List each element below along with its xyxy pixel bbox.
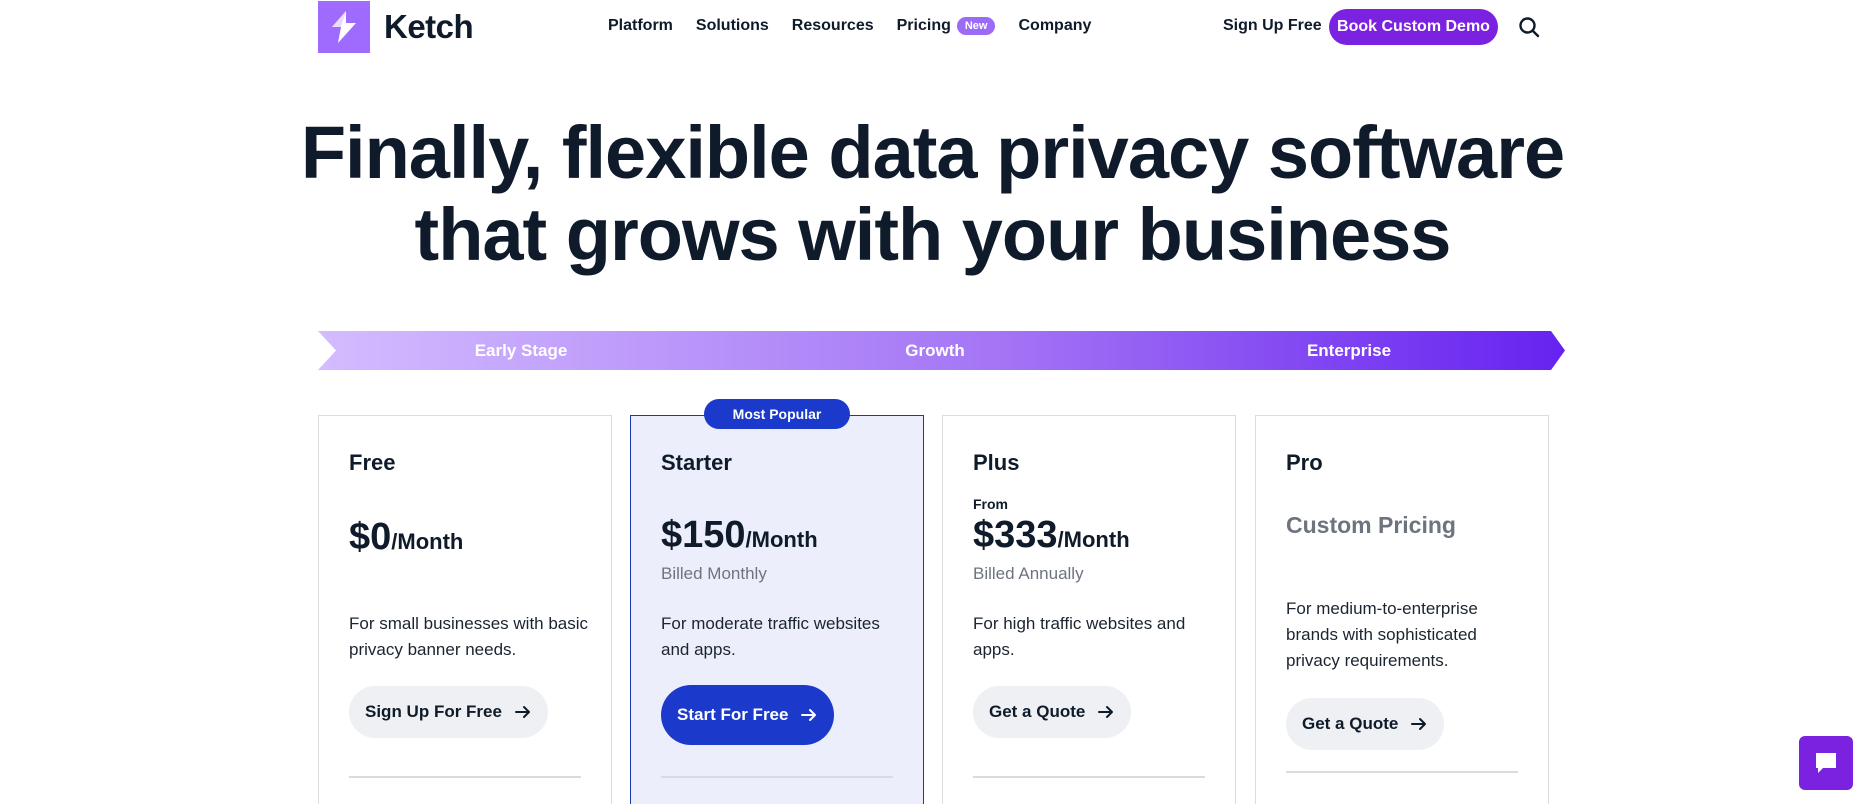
plan-price: $0/Month: [349, 516, 463, 559]
nav-solutions[interactable]: Solutions: [696, 17, 769, 35]
start-for-free-button[interactable]: Start For Free: [661, 685, 835, 745]
billing-note: Billed Monthly: [661, 564, 767, 583]
stage-growth: Growth: [905, 341, 965, 360]
sign-up-free-link[interactable]: Sign Up Free: [1223, 17, 1322, 35]
nav-pricing-label: Pricing: [896, 17, 951, 34]
nav-company[interactable]: Company: [1018, 17, 1091, 35]
plan-name: Plus: [973, 450, 1020, 475]
site-header: Ketch Platform Solutions Resources Prici…: [0, 0, 1865, 56]
book-demo-button[interactable]: Book Custom Demo: [1329, 9, 1498, 45]
chat-bubble-icon: [1816, 753, 1836, 773]
price-amount: $333: [973, 514, 1058, 556]
stage-early: Early Stage: [474, 341, 568, 360]
nav-platform-label: Platform: [608, 17, 673, 34]
cta-label: Get a Quote: [989, 702, 1086, 721]
logo-link[interactable]: Ketch: [318, 1, 474, 53]
price-amount: $0: [349, 516, 392, 558]
get-a-quote-button[interactable]: Get a Quote: [1286, 698, 1445, 750]
chat-widget-button[interactable]: [1799, 736, 1853, 790]
nav-resources-label: Resources: [791, 17, 874, 34]
main-nav: Platform Solutions Resources Pricing New…: [608, 17, 1091, 35]
plan-name: Pro: [1286, 450, 1323, 475]
custom-pricing-label: Custom Pricing: [1286, 512, 1456, 538]
cta-label: Get a Quote: [1302, 714, 1399, 733]
plan-card-pro: Pro Custom Pricing For medium-to-enterpr…: [1255, 415, 1549, 804]
plan-description: For small businesses with basic privacy …: [349, 614, 589, 659]
plan-description: For high traffic websites and apps.: [973, 614, 1186, 659]
billing-note: Billed Annually: [973, 564, 1084, 583]
plan-name: Starter: [661, 450, 732, 475]
price-period: /Month: [391, 529, 464, 554]
get-a-quote-button[interactable]: Get a Quote: [973, 686, 1132, 738]
plan-description: For medium-to-enterprise brands with sop…: [1286, 599, 1478, 670]
plan-description: For moderate traffic websites and apps.: [661, 614, 880, 659]
ketch-logo-icon: [318, 1, 370, 53]
hero-title-line-2: that grows with your business: [414, 193, 1452, 276]
most-popular-badge: Most Popular: [704, 399, 850, 429]
cta-label: Sign Up For Free: [365, 702, 502, 721]
plan-price: $333/Month: [973, 514, 1130, 557]
hero-title-line-1: Finally, flexible data privacy software: [300, 111, 1565, 194]
plan-price: $150/Month: [661, 514, 818, 557]
arrow-right-icon: [1411, 718, 1427, 730]
card-divider: [973, 776, 1205, 778]
plan-card-free: Free $0/Month For small businesses with …: [318, 415, 612, 804]
nav-company-label: Company: [1018, 17, 1092, 34]
arrow-right-icon: [1098, 706, 1114, 718]
nav-platform[interactable]: Platform: [608, 17, 673, 35]
nav-resources[interactable]: Resources: [792, 17, 874, 35]
card-divider: [661, 776, 893, 778]
search-icon[interactable]: [1518, 16, 1540, 38]
new-badge: New: [956, 17, 996, 35]
sign-up-for-free-button[interactable]: Sign Up For Free: [349, 686, 548, 738]
plan-card-plus: Plus From $333/Month Billed Annually For…: [942, 415, 1236, 804]
price-period: /Month: [745, 527, 818, 552]
price-from-label: From: [973, 496, 1008, 512]
logo-text: Ketch: [384, 8, 474, 45]
stage-enterprise: Enterprise: [1306, 341, 1392, 360]
arrow-right-icon: [514, 706, 530, 718]
price-period: /Month: [1057, 527, 1130, 552]
price-amount: $150: [661, 514, 746, 556]
card-divider: [349, 776, 581, 778]
plan-name: Free: [349, 450, 396, 475]
growth-stage-bar: Early Stage Growth Enterprise: [318, 331, 1565, 370]
cta-label: Start For Free: [677, 705, 789, 724]
card-divider: [1286, 771, 1518, 773]
arrow-right-icon: [801, 709, 817, 721]
nav-solutions-label: Solutions: [695, 17, 769, 34]
nav-pricing[interactable]: Pricing New: [897, 17, 996, 35]
hero-title: Finally, flexible data privacy software …: [0, 112, 1865, 276]
plan-card-starter: Starter $150/Month Billed Monthly For mo…: [630, 415, 924, 804]
